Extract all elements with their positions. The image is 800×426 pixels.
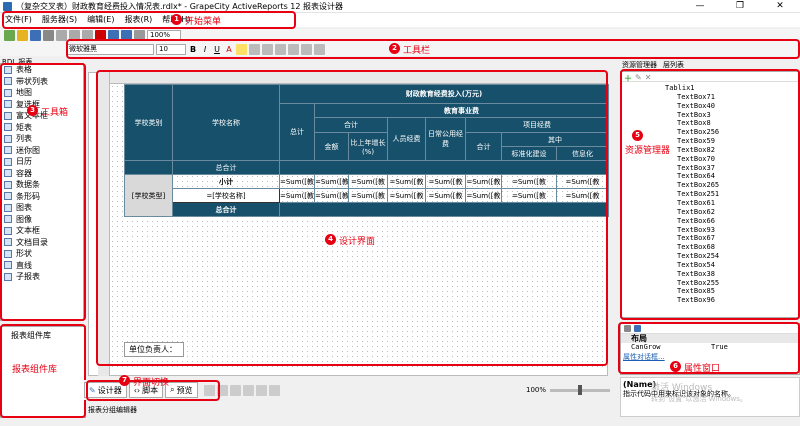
annotation-label-toolbar: 工具栏 [403, 46, 431, 56]
annotation-badge-1: 1 [171, 14, 182, 25]
annotation-badge-5: 5 [632, 130, 643, 141]
annotation-label-properties: 属性窗口 [684, 364, 721, 374]
cut-icon[interactable] [56, 30, 67, 41]
window-title: （复杂交叉表）财政教育经费投入情况表.rdlx* - GrapeCity Act… [16, 1, 344, 11]
annotation-box-menu [2, 11, 296, 29]
windows-watermark: 激活 Windows [651, 383, 713, 393]
property-description: (Name) 指示代码中用来标识该对象的名称。 激活 Windows 转到"设置… [620, 377, 800, 417]
annotation-badge-2: 2 [389, 43, 400, 54]
annotation-box-toolbox [0, 63, 86, 321]
hand-icon[interactable] [268, 384, 280, 396]
zoom-slider[interactable] [550, 384, 610, 395]
app-icon [3, 2, 12, 11]
annotation-label-explorer: 资源管理器 [625, 146, 671, 156]
minimize-button[interactable]: — [680, 0, 720, 13]
annotation-badge-7: 7 [119, 375, 130, 386]
windows-watermark-sub: 转到"设置"以激活 Windows。 [651, 395, 747, 403]
annotation-label-menu: 开始菜单 [185, 17, 222, 27]
new-icon[interactable] [4, 30, 15, 41]
annotation-badge-6: 6 [670, 361, 681, 372]
annotation-label-viewswitch: 界面切换 [133, 378, 170, 388]
annotation-label-design: 设计界面 [339, 237, 376, 247]
annotation-box-explorer [620, 69, 800, 320]
open-icon[interactable] [17, 30, 28, 41]
annotation-badge-4: 4 [325, 234, 336, 245]
status-bar: 报表分组编辑器 [88, 406, 137, 414]
print-icon[interactable] [43, 30, 54, 41]
annotation-box-design [96, 70, 608, 366]
pointer-icon[interactable] [255, 384, 267, 396]
annotation-badge-3: 3 [27, 105, 38, 116]
annotation-label-complib: 报表组件库 [12, 365, 58, 375]
maximize-button[interactable]: ❐ [720, 0, 760, 13]
zoom-slider-thumb[interactable] [578, 384, 582, 395]
zoom-level: 100% [525, 386, 546, 394]
border-icon[interactable] [229, 384, 241, 396]
close-button[interactable]: ✕ [760, 0, 800, 13]
save-icon[interactable] [30, 30, 41, 41]
ruler-icon[interactable] [242, 384, 254, 396]
annotation-label-toolbox: 工具箱 [41, 108, 69, 118]
annotation-box-toolbar [66, 39, 800, 59]
